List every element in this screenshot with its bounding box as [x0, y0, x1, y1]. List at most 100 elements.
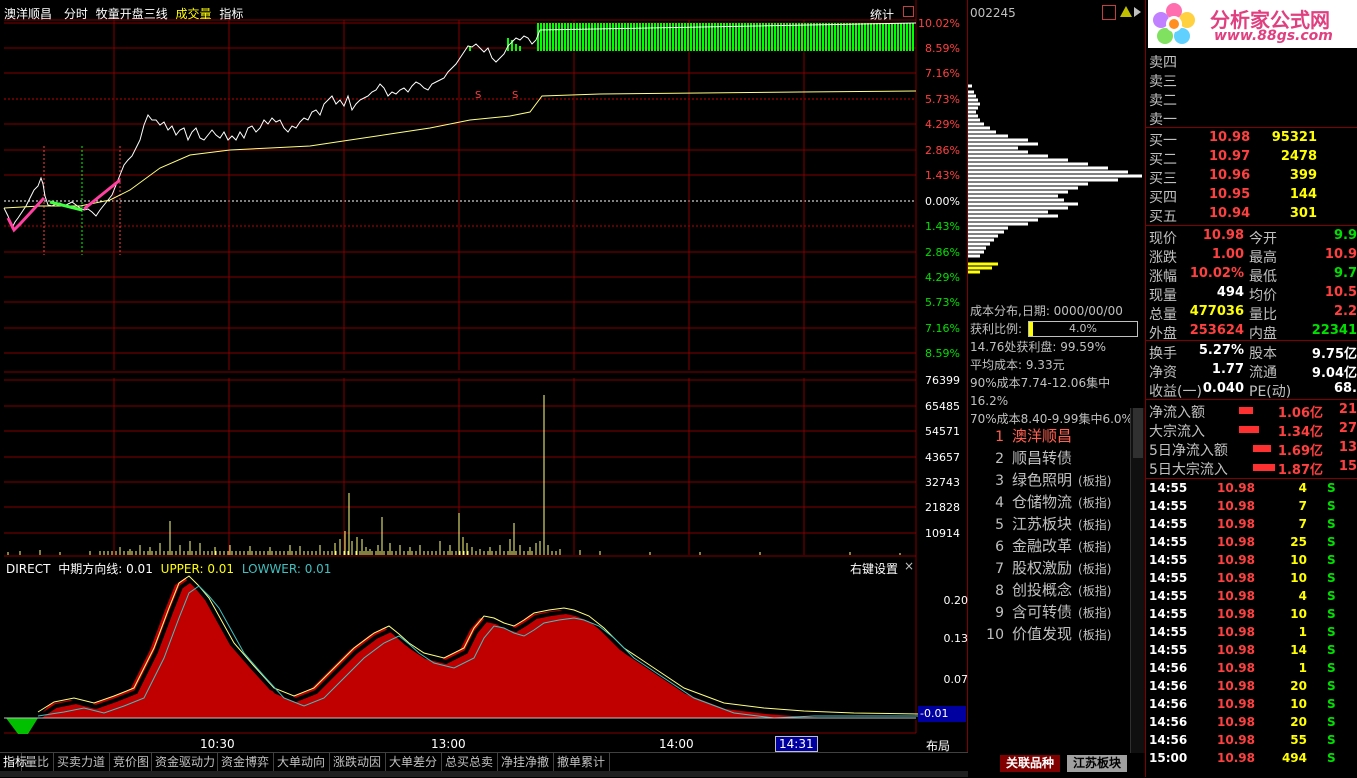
indicator-tick: 0.07	[943, 673, 969, 686]
tick-volume: 25	[1290, 535, 1307, 549]
related-item[interactable]: 6 金融改革 (板指)	[978, 535, 1111, 556]
fund-flow-label: 5日大宗流入	[1149, 462, 1228, 478]
tick-side: S	[1327, 589, 1336, 603]
tick-time: 14:56	[1149, 661, 1188, 675]
right-tab-related[interactable]: 关联品种	[1000, 755, 1061, 772]
bottom-tab[interactable]: 资金驱动力	[152, 753, 218, 771]
indicator-close-icon[interactable]: ×	[904, 559, 914, 573]
quote-value: 22341	[1311, 323, 1357, 338]
tick-price: 10.98	[1217, 715, 1255, 729]
related-scroll-thumb[interactable]	[1133, 408, 1143, 458]
indicator-upper: UPPER: 0.01	[160, 562, 235, 576]
price-line	[3, 22, 917, 230]
order-label: 买三	[1149, 171, 1177, 187]
bottom-tab[interactable]: 资金博弈	[218, 753, 274, 771]
tick-side: S	[1327, 733, 1336, 747]
related-item-number: 8	[995, 583, 1004, 599]
sell-order-row[interactable]: 卖三	[1147, 71, 1357, 90]
fund-flow-bar	[1239, 426, 1259, 433]
bottom-tab[interactable]: 大单动向	[274, 753, 330, 771]
bottom-tab[interactable]: 大单差分	[386, 753, 442, 771]
tick-row: 14:55 10.98 25 S	[1147, 535, 1357, 553]
chip-line1: 14.76处获利盘: 99.59%	[970, 340, 1106, 354]
fund-flow-row: 大宗流入 1.34亿 27	[1147, 421, 1357, 440]
fund-flow-value: 1.87亿	[1277, 463, 1323, 478]
tick-row: 14:56 10.98 10 S	[1147, 697, 1357, 715]
sell-mark: S	[475, 90, 481, 101]
tick-volume: 10	[1290, 697, 1307, 711]
intraday-chart[interactable]: SS	[0, 0, 968, 753]
related-item[interactable]: 5 江苏板块 (板指)	[978, 513, 1111, 534]
related-item-name: 绿色照明	[1012, 471, 1073, 489]
related-item-tag: (板指)	[1078, 606, 1112, 620]
chip-distribution	[968, 84, 1142, 274]
tick-row: 14:56 10.98 55 S	[1147, 733, 1357, 751]
tick-side: S	[1327, 751, 1336, 765]
related-item[interactable]: 10 价值发现 (板指)	[978, 623, 1111, 644]
related-scrollbar[interactable]	[1130, 408, 1145, 753]
layout-button[interactable]: 布局	[926, 737, 950, 754]
tick-price: 10.98	[1217, 733, 1255, 747]
indicator-lower: LOWWER: 0.01	[241, 562, 332, 576]
order-label: 买四	[1149, 190, 1177, 206]
price-axis-up-label: 7.16%	[925, 67, 960, 80]
order-volume: 301	[1289, 206, 1317, 221]
price-axis-down-label: 5.73%	[925, 296, 960, 309]
buy-order-row[interactable]: 买五 10.94 301	[1147, 206, 1357, 225]
chip-line2: 平均成本: 9.33元	[970, 358, 1065, 372]
volume-axis-label: 32743	[925, 476, 960, 489]
indicator-tick: 0.13	[943, 632, 969, 645]
chip-bell-icon[interactable]	[1120, 6, 1132, 17]
sell-order-row[interactable]: 卖二	[1147, 90, 1357, 109]
tick-row: 14:56 10.98 1 S	[1147, 661, 1357, 679]
order-price: 10.96	[1209, 168, 1251, 183]
bottom-tab[interactable]: 总买总卖	[442, 753, 498, 771]
tick-price: 10.98	[1217, 661, 1255, 675]
tick-volume: 1	[1298, 661, 1307, 675]
bottom-tab[interactable]: 涨跌动因	[330, 753, 386, 771]
sell-order-row[interactable]: 卖一	[1147, 109, 1357, 128]
related-item-tag: (板指)	[1078, 518, 1112, 532]
tick-volume: 7	[1298, 517, 1307, 531]
related-item[interactable]: 3 绿色照明 (板指)	[978, 469, 1111, 490]
tick-time: 14:55	[1149, 589, 1188, 603]
quote-label: 总量	[1149, 307, 1177, 323]
bottom-tab[interactable]: 量比	[22, 753, 54, 771]
chip-doc-icon[interactable]	[1102, 5, 1116, 20]
tick-price: 10.98	[1217, 625, 1255, 639]
tick-time: 14:55	[1149, 607, 1188, 621]
right-tab-jiangsu[interactable]: 江苏板块	[1067, 755, 1128, 772]
bottom-tab[interactable]: 买卖力道	[54, 753, 110, 771]
indicator-name: DIRECT	[6, 562, 51, 576]
tick-price: 10.98	[1217, 643, 1255, 657]
bottom-tab[interactable]: 撤单累计	[554, 753, 610, 771]
tick-side: S	[1327, 499, 1336, 513]
buy-order-row[interactable]: 买二 10.97 2478	[1147, 149, 1357, 168]
tick-volume: 7	[1298, 499, 1307, 513]
tick-time: 14:56	[1149, 733, 1188, 747]
bottom-tab[interactable]: 竞价图	[110, 753, 152, 771]
bottom-tab[interactable]: 指标	[0, 753, 27, 771]
quote-value: 9.7	[1333, 266, 1357, 281]
quote-value: 10.02%	[1189, 266, 1244, 281]
related-item[interactable]: 8 创投概念 (板指)	[978, 579, 1111, 600]
order-price: 10.94	[1209, 206, 1251, 221]
volume-axis-label: 43657	[925, 451, 960, 464]
sell-order-row[interactable]: 卖四	[1147, 52, 1357, 71]
fund-flow-extra: 21	[1338, 402, 1357, 417]
quote-value: 9.04亿	[1311, 366, 1357, 381]
related-item[interactable]: 7 股权激励 (板指)	[978, 557, 1111, 578]
buy-order-row[interactable]: 买一 10.98 95321	[1147, 130, 1357, 149]
related-item[interactable]: 4 仓储物流 (板指)	[978, 491, 1111, 512]
related-item[interactable]: 1 澳洋顺昌	[978, 425, 1078, 446]
indicator-settings-button[interactable]: 右键设置	[850, 560, 898, 577]
buy-order-row[interactable]: 买三 10.96 399	[1147, 168, 1357, 187]
tick-price: 10.98	[1217, 607, 1255, 621]
logo[interactable]: 分析家公式网 www.88gs.com	[1148, 0, 1357, 48]
related-item[interactable]: 9 含可转债 (板指)	[978, 601, 1111, 622]
indicator-tick: 0.20	[943, 594, 969, 607]
buy-order-row[interactable]: 买四 10.95 144	[1147, 187, 1357, 206]
chip-arrow-icon[interactable]	[1134, 7, 1141, 17]
bottom-tab[interactable]: 净挂净撤	[498, 753, 554, 771]
related-item[interactable]: 2 顺昌转债	[978, 447, 1078, 468]
